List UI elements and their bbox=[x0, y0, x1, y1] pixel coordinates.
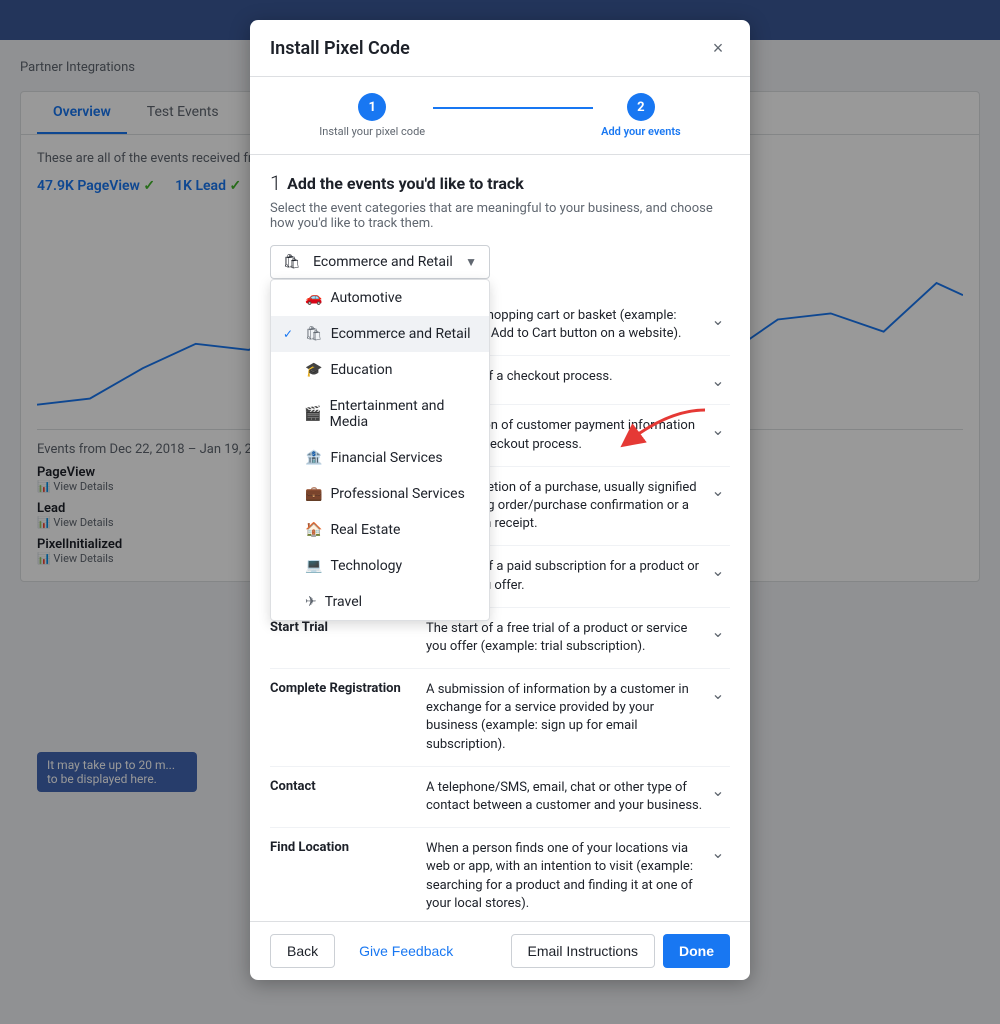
event-row-contact-chevron[interactable]: ⌄ bbox=[706, 779, 730, 803]
step-1: 1 Install your pixel code bbox=[319, 93, 425, 138]
modal-footer: Back Give Feedback Email Instructions Do… bbox=[250, 921, 750, 980]
event-row-purchase-chevron[interactable]: ⌄ bbox=[706, 479, 730, 503]
event-row-findlocation: Find Location When a person finds one of… bbox=[270, 828, 730, 921]
section-1-desc: Select the event categories that are mea… bbox=[270, 201, 730, 231]
dropdown-item-realestate[interactable]: 🏠 Real Estate bbox=[271, 512, 489, 548]
dropdown-chevron-icon: ▼ bbox=[465, 255, 477, 269]
dropdown-item-automotive[interactable]: 🚗 Automotive bbox=[271, 280, 489, 316]
section-1: 1 Add the events you'd like to track Sel… bbox=[270, 171, 730, 921]
step-1-label: Install your pixel code bbox=[319, 125, 425, 138]
event-row-starttrial-chevron[interactable]: ⌄ bbox=[706, 620, 730, 644]
progress-stepper: 1 Install your pixel code 2 Add your eve… bbox=[250, 77, 750, 155]
dropdown-item-entertainment[interactable]: 🎬 Entertainment and Media bbox=[271, 388, 489, 440]
event-row-completeregistration: Complete Registration A submission of in… bbox=[270, 669, 730, 767]
step-2-circle: 2 bbox=[627, 93, 655, 121]
dropdown-menu: 🚗 Automotive ✓ 🛍 Ecommerce and Retail 🎓 … bbox=[270, 279, 490, 621]
footer-right: Email Instructions Done bbox=[511, 934, 730, 968]
give-feedback-button[interactable]: Give Feedback bbox=[343, 935, 469, 967]
modal-body: 1 Add the events you'd like to track Sel… bbox=[250, 155, 750, 921]
step-line bbox=[433, 107, 593, 109]
event-row-initiatecheckout-chevron[interactable]: ⌄ bbox=[706, 368, 730, 392]
footer-left: Back Give Feedback bbox=[270, 934, 469, 968]
done-button[interactable]: Done bbox=[663, 934, 730, 968]
event-row-completeregistration-chevron[interactable]: ⌄ bbox=[706, 681, 730, 705]
category-dropdown[interactable]: 🛍 Ecommerce and Retail ▼ bbox=[270, 245, 490, 279]
dropdown-selected-label: Ecommerce and Retail bbox=[313, 254, 453, 270]
modal-overlay: Install Pixel Code × 1 Install your pixe… bbox=[0, 0, 1000, 1024]
step-2: 2 Add your events bbox=[601, 93, 681, 138]
install-pixel-modal: Install Pixel Code × 1 Install your pixe… bbox=[250, 20, 750, 980]
event-row-addtocart-chevron[interactable]: ⌄ bbox=[706, 307, 730, 331]
red-arrow-indicator bbox=[620, 405, 710, 459]
dropdown-item-education[interactable]: 🎓 Education bbox=[271, 352, 489, 388]
dropdown-item-travel[interactable]: ✈ Travel bbox=[271, 584, 489, 620]
event-row-contact: Contact A telephone/SMS, email, chat or … bbox=[270, 767, 730, 828]
event-row-subscribe-chevron[interactable]: ⌄ bbox=[706, 558, 730, 582]
step-1-circle: 1 bbox=[358, 93, 386, 121]
modal-header: Install Pixel Code × bbox=[250, 20, 750, 77]
modal-title: Install Pixel Code bbox=[270, 38, 410, 59]
dropdown-item-technology[interactable]: 💻 Technology bbox=[271, 548, 489, 584]
step-2-label: Add your events bbox=[601, 125, 681, 138]
section-1-title: 1 Add the events you'd like to track bbox=[270, 171, 730, 195]
event-row-findlocation-chevron[interactable]: ⌄ bbox=[706, 840, 730, 864]
back-button[interactable]: Back bbox=[270, 934, 335, 968]
email-instructions-button[interactable]: Email Instructions bbox=[511, 934, 655, 968]
close-button[interactable]: × bbox=[706, 36, 730, 60]
category-dropdown-container: 🛍 Ecommerce and Retail ▼ 🚗 Automotive ✓ bbox=[270, 245, 730, 279]
dropdown-item-professional[interactable]: 💼 Professional Services bbox=[271, 476, 489, 512]
dropdown-item-ecommerce[interactable]: ✓ 🛍 Ecommerce and Retail bbox=[271, 316, 489, 352]
dropdown-item-financial[interactable]: 🏦 Financial Services bbox=[271, 440, 489, 476]
